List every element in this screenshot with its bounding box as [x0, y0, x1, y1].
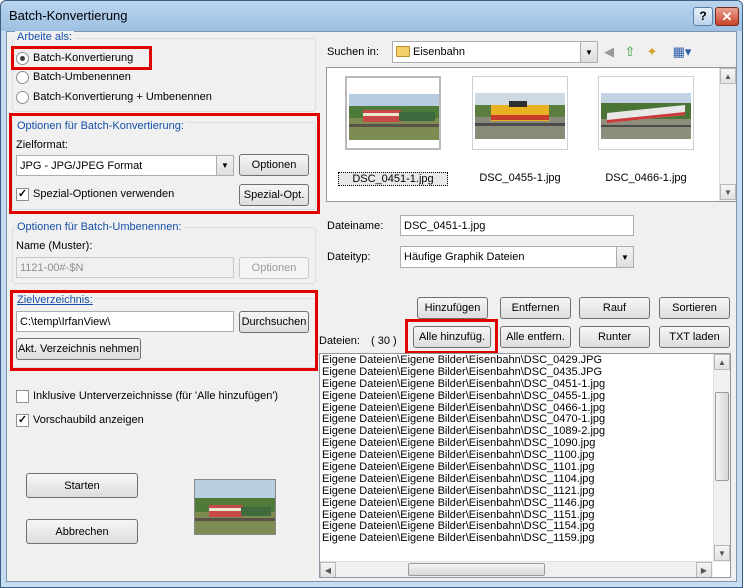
- help-button[interactable]: ?: [693, 7, 713, 26]
- filename-label: Dateiname:: [327, 220, 384, 232]
- include-subdirs-label[interactable]: Inklusive Unterverzeichnisse (für 'Alle …: [33, 390, 278, 402]
- title-bar[interactable]: Batch-Konvertierung ? ✕: [1, 1, 742, 31]
- batch-dialog-window: Batch-Konvertierung ? ✕ Arbeite als: Bat…: [0, 0, 743, 588]
- remove-all-button[interactable]: Alle entfern.: [500, 326, 571, 348]
- pattern-label: Name (Muster):: [16, 240, 93, 252]
- scrollbar-thumb[interactable]: [408, 563, 545, 576]
- list-item[interactable]: Eigene Dateien\Eigene Bilder\Eisenbahn\D…: [320, 473, 714, 486]
- list-item[interactable]: Eigene Dateien\Eigene Bilder\Eisenbahn\D…: [320, 532, 714, 545]
- chevron-down-icon[interactable]: ▼: [616, 247, 633, 267]
- close-button[interactable]: ✕: [715, 7, 739, 26]
- up-folder-icon[interactable]: ⇧: [621, 43, 639, 61]
- thumbnail-scrollbar[interactable]: ▲ ▼: [719, 68, 736, 201]
- thumbnail-image: [475, 93, 565, 139]
- new-folder-icon[interactable]: ✦: [643, 43, 661, 61]
- look-in-value: Eisenbahn: [413, 46, 465, 58]
- view-menu-icon[interactable]: ▦▾: [669, 43, 695, 61]
- list-item[interactable]: Eigene Dateien\Eigene Bilder\Eisenbahn\D…: [320, 378, 714, 391]
- back-icon[interactable]: ◀: [600, 43, 618, 61]
- show-preview-label[interactable]: Vorschaubild anzeigen: [33, 414, 144, 426]
- list-item[interactable]: Eigene Dateien\Eigene Bilder\Eisenbahn\D…: [320, 390, 714, 403]
- radio-batch-rename-label[interactable]: Batch-Umbenennen: [33, 71, 131, 83]
- filetype-select-value: Häufige Graphik Dateien: [404, 251, 525, 263]
- work-mode-title: Arbeite als:: [15, 31, 75, 43]
- file-list-vscrollbar[interactable]: ▲ ▼: [713, 354, 730, 562]
- pattern-input-value: 1121-00#-$N: [20, 261, 84, 274]
- filename-input[interactable]: DSC_0451-1.jpg: [400, 215, 634, 236]
- pattern-input[interactable]: 1121-00#-$N: [16, 257, 234, 278]
- look-in-select[interactable]: Eisenbahn ▼: [392, 41, 598, 63]
- thumbnail-item[interactable]: [345, 76, 441, 150]
- window-title: Batch-Konvertierung: [9, 8, 128, 23]
- thumbnail-caption[interactable]: DSC_0451-1.jpg: [338, 172, 448, 186]
- load-txt-button[interactable]: TXT laden: [659, 326, 730, 348]
- radio-convert-and-rename[interactable]: [16, 91, 29, 104]
- list-item[interactable]: Eigene Dateien\Eigene Bilder\Eisenbahn\D…: [320, 485, 714, 498]
- file-list-hscrollbar[interactable]: ◀ ▶: [320, 561, 713, 577]
- highlight-convert-options: [9, 113, 320, 214]
- files-label: Dateien:: [319, 335, 360, 347]
- dialog-client-area: Arbeite als: Batch-Konvertierung Batch-U…: [6, 31, 737, 582]
- chevron-down-icon[interactable]: ▼: [580, 42, 597, 62]
- scrollbar-thumb[interactable]: [715, 392, 729, 481]
- move-down-button[interactable]: Runter: [579, 326, 650, 348]
- thumbnail-caption[interactable]: DSC_0455-1.jpg: [465, 172, 575, 184]
- scroll-right-icon[interactable]: ▶: [696, 562, 712, 577]
- file-list[interactable]: Eigene Dateien\Eigene Bilder\Eisenbahn\D…: [319, 353, 731, 578]
- highlight-work-mode: [11, 46, 152, 70]
- preview-image: [194, 479, 276, 535]
- highlight-add-all: [405, 319, 498, 354]
- scroll-left-icon[interactable]: ◀: [320, 562, 336, 577]
- filename-input-value: DSC_0451-1.jpg: [404, 219, 486, 232]
- move-up-button[interactable]: Rauf: [579, 297, 650, 319]
- thumbnail-item[interactable]: [472, 76, 568, 150]
- look-in-label: Suchen in:: [327, 46, 379, 58]
- show-preview-checkbox[interactable]: ✓: [16, 414, 29, 427]
- remove-button[interactable]: Entfernen: [500, 297, 571, 319]
- scroll-up-icon[interactable]: ▲: [720, 68, 736, 84]
- add-button[interactable]: Hinzufügen: [417, 297, 488, 319]
- radio-convert-and-rename-label[interactable]: Batch-Konvertierung + Umbenennen: [33, 91, 212, 103]
- thumbnail-item[interactable]: [598, 76, 694, 150]
- thumbnail-pane[interactable]: DSC_0451-1.jpg DSC_0455-1.jpg DSC_0466-1…: [326, 67, 737, 202]
- filetype-select[interactable]: Häufige Graphik Dateien ▼: [400, 246, 634, 268]
- files-count: ( 30 ): [371, 335, 397, 347]
- cancel-button[interactable]: Abbrechen: [26, 519, 138, 544]
- thumbnail-image: [601, 93, 691, 139]
- scroll-down-icon[interactable]: ▼: [720, 184, 736, 200]
- include-subdirs-checkbox[interactable]: [16, 390, 29, 403]
- list-item[interactable]: Eigene Dateien\Eigene Bilder\Eisenbahn\D…: [320, 497, 714, 510]
- sort-button[interactable]: Sortieren: [659, 297, 730, 319]
- file-list-items: Eigene Dateien\Eigene Bilder\Eisenbahn\D…: [320, 354, 714, 545]
- radio-batch-rename[interactable]: [16, 71, 29, 84]
- list-item[interactable]: Eigene Dateien\Eigene Bilder\Eisenbahn\D…: [320, 366, 714, 379]
- start-button[interactable]: Starten: [26, 473, 138, 498]
- rename-options-title: Optionen für Batch-Umbenennen:: [15, 221, 184, 233]
- highlight-target-dir: [10, 290, 318, 371]
- thumbnail-caption[interactable]: DSC_0466-1.jpg: [591, 172, 701, 184]
- scroll-up-icon[interactable]: ▲: [714, 354, 730, 370]
- rename-options-button[interactable]: Optionen: [239, 257, 309, 279]
- filetype-label: Dateityp:: [327, 251, 371, 263]
- thumbnail-image: [349, 94, 439, 140]
- folder-icon: [396, 46, 410, 57]
- scroll-down-icon[interactable]: ▼: [714, 545, 730, 561]
